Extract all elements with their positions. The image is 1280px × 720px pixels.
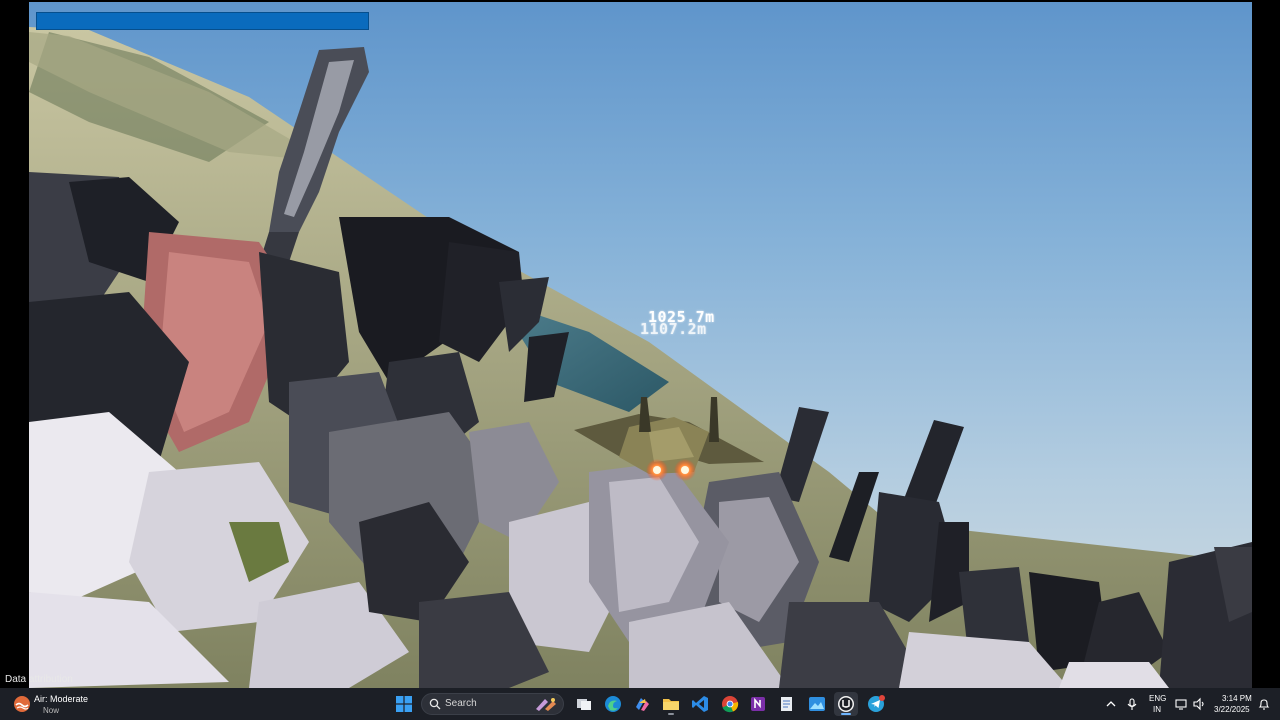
onenote-icon[interactable] bbox=[746, 692, 770, 716]
unreal-glyph bbox=[838, 696, 854, 712]
photos-icon[interactable] bbox=[805, 692, 829, 716]
weather-title: Air: Moderate bbox=[34, 694, 89, 704]
folder-glyph bbox=[663, 699, 679, 710]
notepad-glyph bbox=[781, 697, 792, 711]
telegram-glyph bbox=[868, 695, 885, 712]
network-icon[interactable] bbox=[1175, 697, 1189, 711]
loading-progress-bar bbox=[36, 12, 369, 30]
edge-glyph bbox=[605, 696, 621, 712]
notepad-icon[interactable] bbox=[775, 692, 799, 716]
vscode-icon[interactable] bbox=[688, 692, 712, 716]
start-button[interactable] bbox=[392, 692, 416, 716]
clock-time[interactable]: 3:14 PM bbox=[1222, 694, 1252, 703]
air-quality-icon bbox=[14, 696, 30, 712]
onenote-glyph bbox=[751, 697, 765, 711]
photos-glyph bbox=[809, 697, 825, 711]
running-indicator bbox=[668, 713, 674, 715]
notification-bell-icon[interactable] bbox=[1257, 697, 1271, 711]
search-highlight-icon bbox=[536, 698, 556, 711]
unreal-engine-icon[interactable] bbox=[834, 692, 858, 716]
weather-subtitle: Now bbox=[43, 706, 60, 715]
search-label: Search bbox=[445, 698, 477, 709]
chevron-up-icon[interactable] bbox=[1104, 697, 1118, 711]
active-indicator bbox=[841, 713, 851, 715]
search-icon bbox=[429, 698, 441, 710]
game-viewport[interactable]: 1025.7m 1107.2m bbox=[29, 2, 1252, 688]
task-view-glyph bbox=[577, 699, 591, 710]
chrome-glyph bbox=[722, 696, 739, 713]
chrome-icon[interactable] bbox=[718, 692, 742, 716]
vscode-glyph bbox=[692, 696, 708, 712]
task-view-icon[interactable] bbox=[572, 692, 596, 716]
windows-logo-icon bbox=[396, 696, 412, 712]
weather-widget[interactable]: Air: Moderate Now bbox=[10, 691, 110, 717]
system-tray: ENG IN 3:14 PM 3/22/2025 bbox=[1100, 688, 1280, 720]
copilot-icon[interactable] bbox=[630, 692, 654, 716]
taskbar-search-box[interactable]: Search bbox=[421, 693, 564, 715]
data-attribution-link[interactable]: Data attribution bbox=[5, 674, 73, 685]
edge-icon[interactable] bbox=[601, 692, 625, 716]
volume-icon[interactable] bbox=[1192, 697, 1206, 711]
windows-taskbar: Air: Moderate Now Search ENG IN 3:14 PM … bbox=[0, 688, 1280, 720]
telegram-icon[interactable] bbox=[864, 692, 888, 716]
microphone-icon[interactable] bbox=[1125, 697, 1139, 711]
city-flight-scene bbox=[29, 27, 1252, 688]
language-indicator[interactable]: ENG bbox=[1149, 694, 1166, 703]
language-region: IN bbox=[1153, 705, 1161, 714]
hud-distance-readout-secondary: 1107.2m bbox=[640, 320, 707, 338]
clock-date[interactable]: 3/22/2025 bbox=[1214, 705, 1250, 714]
file-explorer-icon[interactable] bbox=[659, 692, 683, 716]
copilot-glyph bbox=[636, 698, 649, 711]
